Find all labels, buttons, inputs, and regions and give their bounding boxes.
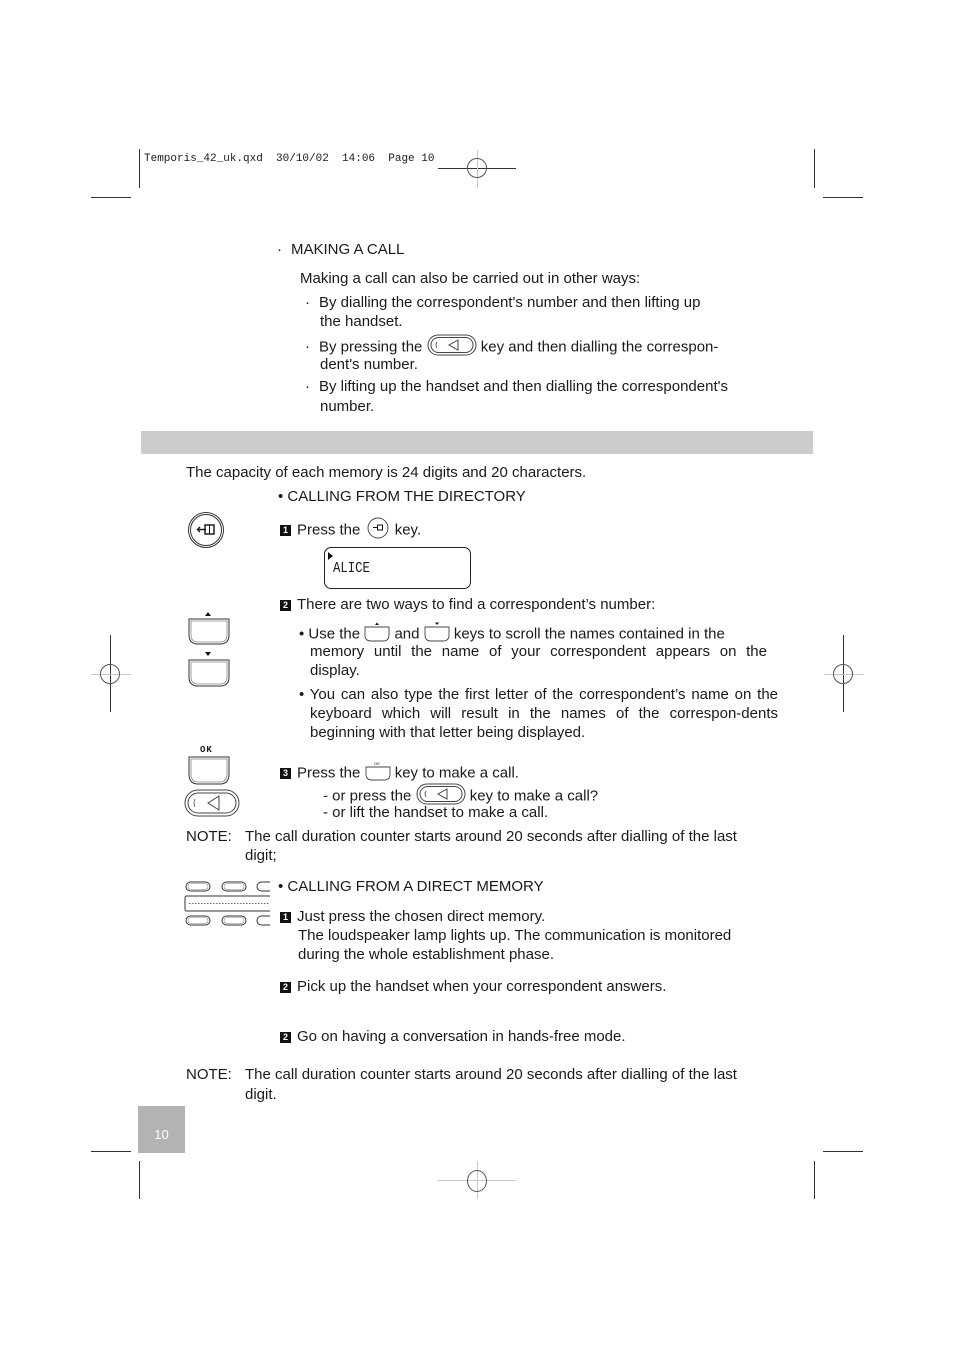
crop-mark: [823, 197, 863, 198]
step-number: 3: [280, 768, 291, 780]
directory-step-3-alt-2: - or lift the handset to make a call.: [323, 804, 549, 821]
bullet: ·: [277, 241, 282, 258]
note-text: The call duration counter starts around …: [245, 828, 737, 845]
section-header-bar: [141, 431, 813, 454]
step-number: 2: [280, 600, 291, 611]
crop-mark: [139, 149, 140, 188]
lcd-display-text: ALICE: [333, 560, 370, 577]
crop-mark: [91, 197, 131, 198]
direct-memory-heading: • CALLING FROM A DIRECT MEMORY: [278, 878, 544, 895]
note-label: NOTE:: [186, 828, 232, 845]
note-text: The call duration counter starts around …: [245, 1066, 737, 1083]
making-a-call-item: · By lifting up the handset and then dial…: [305, 378, 728, 395]
note-text-cont: digit.: [245, 1086, 277, 1103]
directory-key-icon: [367, 517, 389, 544]
note-text-cont: digit;: [245, 847, 277, 864]
crop-mark: [139, 1161, 140, 1199]
crop-mark: [823, 1151, 863, 1152]
speaker-key-icon: [427, 334, 477, 361]
down-arrow-key-icon: [186, 650, 232, 692]
lcd-display: ALICE: [324, 547, 471, 589]
direct-memory-step-1: 1 Just press the chosen direct memory.: [280, 907, 545, 926]
print-slug: Temporis_42_uk.qxd 30/10/02 14:06 Page 1…: [144, 153, 435, 165]
making-a-call-heading: · MAKING A CALL: [277, 241, 405, 258]
crop-mark: [814, 149, 815, 188]
note-label: NOTE:: [186, 1066, 232, 1083]
directory-step-2: 2 There are two ways to find a correspond…: [280, 595, 655, 614]
directory-key-icon: [187, 511, 225, 553]
directory-heading: • CALLING FROM THE DIRECTORY: [278, 488, 526, 505]
step-number: 2: [280, 1032, 291, 1043]
directory-step-2-bullet-1-cont: memory until the name of your correspond…: [310, 643, 767, 679]
step-number: 1: [280, 525, 291, 537]
direct-memory-step-3: 2 Go on having a conversation in hands-fr…: [280, 1027, 626, 1046]
direct-memory-keys-icon: [184, 880, 270, 928]
direct-memory-step-2: 2 Pick up the handset when your correspon…: [280, 977, 666, 996]
ok-label: OK: [200, 745, 213, 755]
making-a-call-item: · By dialling the correspondent's number …: [305, 294, 701, 311]
direct-memory-step-1-line-2: The loudspeaker lamp lights up. The comm…: [298, 927, 732, 944]
svg-text:OK: OK: [374, 761, 380, 766]
making-a-call-item-cont: dent's number.: [320, 356, 418, 373]
directory-step-1: 1 Press the key.: [280, 517, 421, 544]
step-number: 1: [280, 912, 291, 923]
memory-capacity-text: The capacity of each memory is 24 digits…: [186, 464, 587, 481]
direct-memory-step-1-line-3: during the whole establishment phase.: [298, 946, 554, 963]
crop-mark: [91, 1151, 131, 1152]
page-number: 10: [138, 1106, 185, 1153]
making-a-call-intro: Making a call can also be carried out in…: [300, 270, 641, 287]
up-arrow-key-icon: [186, 610, 232, 650]
speaker-key-icon: [184, 789, 240, 821]
cursor-arrow-icon: [328, 552, 333, 560]
ok-key-icon: [186, 756, 232, 790]
crop-mark: [814, 1161, 815, 1199]
step-number: 2: [280, 982, 291, 993]
making-a-call-item-cont: number.: [320, 398, 375, 415]
directory-step-2-bullet-2: • You can also type the first letter of …: [299, 686, 778, 741]
making-a-call-item-cont: the handset.: [320, 313, 403, 330]
